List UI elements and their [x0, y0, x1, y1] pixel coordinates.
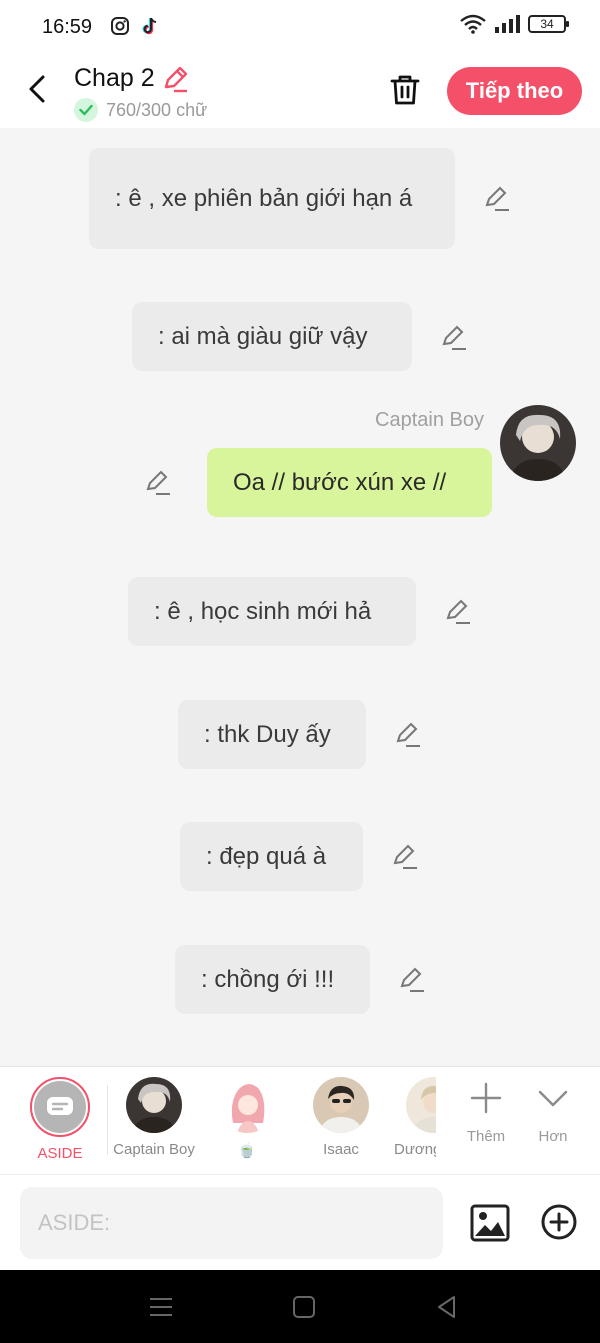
message-bubble[interactable]: : ê , xe phiên bản giới hạn á [89, 148, 455, 249]
next-button[interactable]: Tiếp theo [447, 67, 582, 115]
composer [0, 1174, 600, 1270]
add-content-button[interactable] [540, 1203, 578, 1241]
status-time: 16:59 [42, 16, 93, 38]
avatar [126, 1077, 182, 1133]
chapter-title-text: Chap 2 [74, 64, 155, 92]
pencil-icon [400, 967, 424, 992]
back-button[interactable] [20, 72, 54, 106]
plus-icon [470, 1082, 502, 1114]
edit-message-button[interactable] [440, 324, 468, 352]
message-text: : chồng ới !!! [201, 966, 335, 993]
back-arrow-icon [29, 75, 45, 103]
system-nav-bar [0, 1270, 600, 1343]
edit-message-button[interactable] [483, 185, 511, 213]
delete-button[interactable] [387, 72, 423, 108]
home-icon [293, 1296, 315, 1318]
pencil-icon [485, 186, 509, 211]
character-label: Captain Boy [113, 1141, 195, 1158]
avatar[interactable] [500, 405, 576, 481]
aside-avatar [30, 1077, 90, 1137]
pencil-icon [146, 470, 170, 495]
edit-message-button[interactable] [398, 966, 426, 994]
message-text: : ê , xe phiên bản giới hạn á [115, 185, 413, 212]
message-input[interactable] [20, 1187, 443, 1259]
add-character-label: Thêm [466, 1128, 506, 1145]
character-selector: ASIDE Captain Boy 🍵 Isaac Dương Thêm Hơn [0, 1066, 600, 1174]
message-text: : thk Duy ấy [204, 721, 331, 748]
battery-icon: 34 [528, 15, 569, 33]
trash-icon [390, 75, 420, 105]
message-text: : ê , học sinh mới hả [154, 598, 372, 625]
add-character-button[interactable]: Thêm [456, 1081, 516, 1145]
editor-header: Chap 2 760/300 chữ Tiếp theo [0, 54, 600, 128]
message-bubble[interactable]: : ê , học sinh mới hả [128, 577, 416, 646]
more-characters-button[interactable]: Hơn [523, 1081, 583, 1145]
chevron-down-icon [538, 1090, 568, 1107]
nav-back-button[interactable] [434, 1294, 460, 1320]
plus-circle-icon [541, 1204, 577, 1240]
instagram-icon [110, 16, 130, 36]
signal-icon [495, 15, 520, 33]
edit-title-button[interactable] [161, 65, 189, 93]
message-bubble[interactable]: : thk Duy ấy [178, 700, 366, 769]
character-duong[interactable]: Dương [388, 1077, 436, 1158]
word-count-text: 760/300 chữ [106, 99, 208, 120]
pencil-icon [446, 599, 470, 624]
character-tea[interactable]: 🍵 [202, 1077, 292, 1159]
pencil-icon [442, 325, 466, 350]
character-label: 🍵 [237, 1142, 257, 1159]
back-triangle-icon [438, 1296, 455, 1318]
message-bubble[interactable]: : chồng ới !!! [175, 945, 370, 1014]
character-captain-boy[interactable]: Captain Boy [109, 1077, 199, 1158]
status-bar: 16:59 34 [0, 0, 600, 54]
pencil-icon [393, 844, 417, 869]
message-text: Oa // bước xún xe // [233, 469, 447, 496]
chapter-title: Chap 2 [74, 64, 189, 93]
avatar [219, 1077, 275, 1133]
nav-home-button[interactable] [291, 1294, 317, 1320]
character-aside[interactable]: ASIDE [15, 1077, 105, 1162]
divider [107, 1085, 108, 1155]
tiktok-icon [140, 16, 160, 36]
image-icon [470, 1204, 510, 1242]
sender-name: Captain Boy [375, 409, 484, 431]
message-bubble[interactable]: Oa // bước xún xe // [207, 448, 492, 517]
pencil-icon [396, 722, 420, 747]
nav-menu-button[interactable] [148, 1294, 174, 1320]
character-label: ASIDE [37, 1145, 83, 1162]
avatar [313, 1077, 369, 1133]
insert-image-button[interactable] [470, 1203, 510, 1243]
character-label: Dương [394, 1141, 436, 1158]
comment-icon [47, 1097, 73, 1115]
character-isaac[interactable]: Isaac [296, 1077, 386, 1158]
check-icon [74, 98, 98, 122]
word-count: 760/300 chữ [74, 98, 207, 122]
message-bubble[interactable]: : đẹp quá à [180, 822, 363, 891]
edit-message-button[interactable] [144, 469, 172, 497]
message-text: : đẹp quá à [206, 843, 327, 870]
chat-area[interactable]: : ê , xe phiên bản giới hạn á : ai mà gi… [0, 128, 600, 1066]
edit-message-button[interactable] [394, 721, 422, 749]
more-characters-label: Hơn [538, 1128, 568, 1145]
pencil-icon [164, 66, 187, 92]
menu-icon [150, 1298, 172, 1316]
wifi-icon [460, 14, 486, 34]
edit-message-button[interactable] [444, 598, 472, 626]
avatar [406, 1077, 436, 1133]
edit-message-button[interactable] [391, 843, 419, 871]
message-text: : ai mà giàu giữ vậy [158, 323, 368, 350]
message-bubble[interactable]: : ai mà giàu giữ vậy [132, 302, 412, 371]
character-label: Isaac [323, 1141, 359, 1158]
